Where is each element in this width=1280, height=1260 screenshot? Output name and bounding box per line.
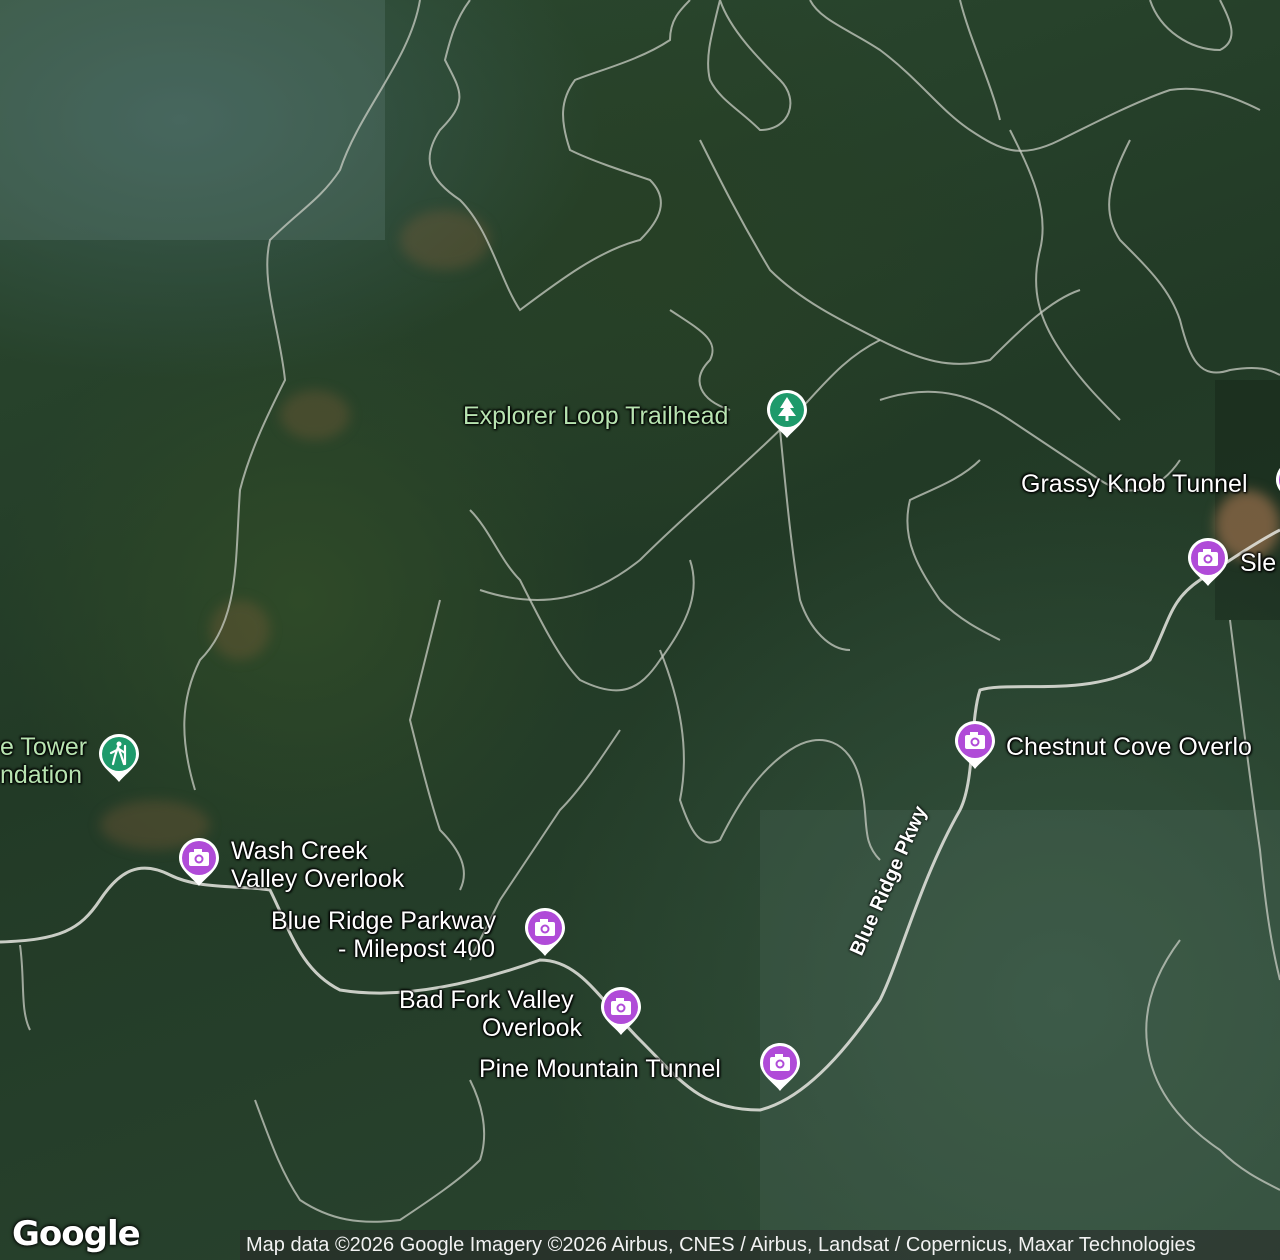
poi-label-line2: Valley Overlook xyxy=(231,865,405,893)
poi-label: Pine Mountain Tunnel xyxy=(479,1055,721,1083)
poi-label: Sle xyxy=(1240,549,1277,577)
camera-icon xyxy=(1188,538,1228,586)
camera-icon xyxy=(525,908,565,956)
camera-icon xyxy=(760,1043,800,1091)
trailhead-tree-icon xyxy=(767,390,807,438)
hiker-icon xyxy=(99,734,139,782)
camera-icon xyxy=(1276,468,1280,491)
poi-label-line1: Blue Ridge Parkway xyxy=(271,907,497,935)
poi-label-line1: e Tower xyxy=(0,733,88,761)
google-logo: Google xyxy=(12,1214,141,1254)
poi-label: Explorer Loop Trailhead xyxy=(463,402,729,430)
poi-label-line1: Wash Creek xyxy=(231,837,368,865)
poi-label-line2: ndation xyxy=(0,761,83,789)
poi-label-line2: - Milepost 400 xyxy=(338,935,496,963)
camera-icon xyxy=(955,721,995,769)
poi-label-line2: Overlook xyxy=(482,1014,583,1042)
satellite-map[interactable]: Explorer Loop Trailhead Grassy Knob Tunn… xyxy=(0,0,1280,1260)
poi-label: Chestnut Cove Overlo xyxy=(1006,733,1252,761)
poi-label-line1: Bad Fork Valley xyxy=(399,986,574,1014)
camera-icon xyxy=(601,987,641,1035)
camera-icon xyxy=(179,838,219,886)
map-attribution: Map data ©2026 Google Imagery ©2026 Airb… xyxy=(240,1230,1280,1260)
poi-label: Grassy Knob Tunnel xyxy=(1021,470,1248,498)
